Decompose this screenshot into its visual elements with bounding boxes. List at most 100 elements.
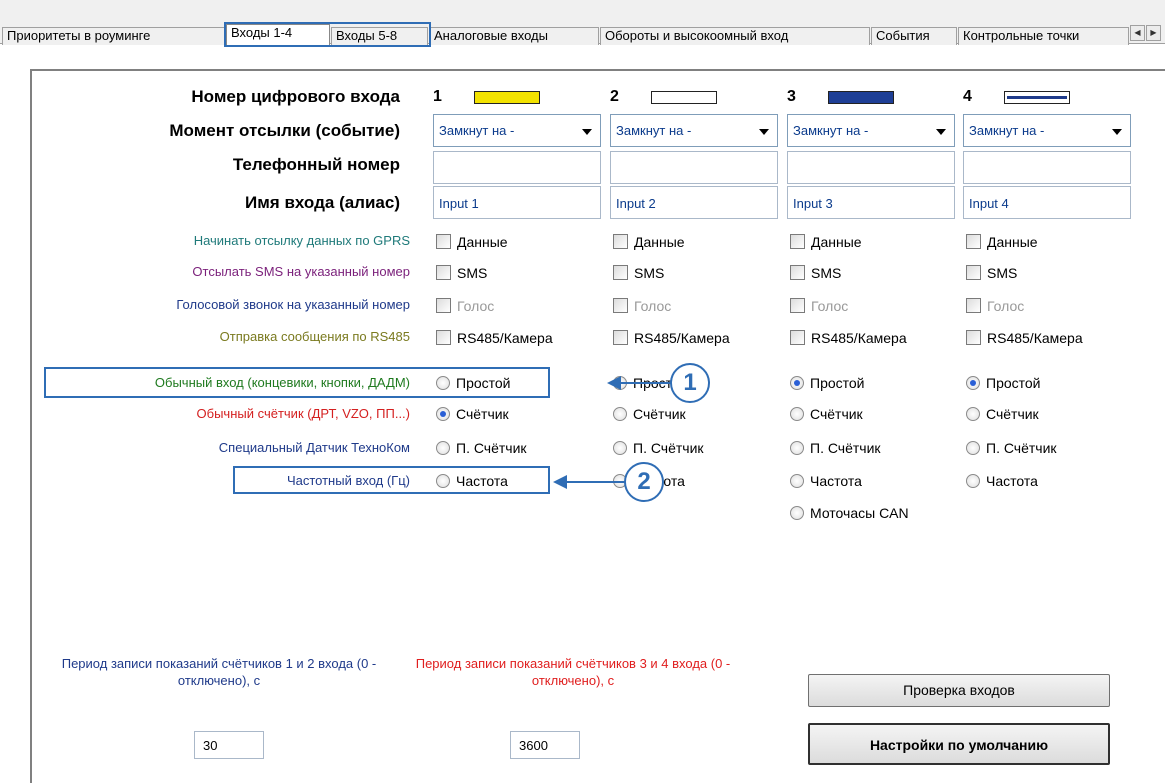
phone-field-4[interactable] <box>963 151 1131 184</box>
radio-icon[interactable] <box>790 506 804 520</box>
callout-badge-1: 1 <box>670 363 710 403</box>
radio-label: П. Счётчик <box>986 440 1057 456</box>
checkbox-icon[interactable] <box>966 298 981 313</box>
tab-events[interactable]: События <box>871 27 957 45</box>
checkbox-label: RS485/Камера <box>987 330 1083 346</box>
checkbox-icon[interactable] <box>613 298 628 313</box>
checkbox-icon[interactable] <box>613 234 628 249</box>
radio-icon[interactable] <box>790 376 804 390</box>
radio-label: П. Счётчик <box>810 440 881 456</box>
checkbox-icon[interactable] <box>790 298 805 313</box>
chevron-down-icon <box>759 129 769 135</box>
checkbox-label: Голос <box>811 298 849 314</box>
period-12-label: Период записи показаний счётчиков 1 и 2 … <box>61 656 377 688</box>
checkbox-label: Голос <box>634 298 672 314</box>
checkbox-icon[interactable] <box>966 265 981 280</box>
input-color-swatch-4 <box>1004 91 1070 104</box>
tab-bar: Приоритеты в роуминге Входы 1-4 Входы 5-… <box>0 0 1165 45</box>
radio-icon[interactable] <box>790 407 804 421</box>
tabs-highlight-box <box>224 22 431 47</box>
radio-label: Простой <box>986 375 1041 391</box>
event-select-value: Замкнут на - <box>616 123 692 138</box>
radio-icon[interactable] <box>966 376 980 390</box>
tab-analog-inputs[interactable]: Аналоговые входы <box>429 27 599 45</box>
radio-icon[interactable] <box>436 376 450 390</box>
chevron-down-icon <box>582 129 592 135</box>
radio-icon[interactable] <box>790 441 804 455</box>
input-color-swatch-2 <box>651 91 717 104</box>
event-select-2[interactable]: Замкнут на - <box>610 114 778 147</box>
checkbox-icon[interactable] <box>436 265 451 280</box>
radio-icon[interactable] <box>436 407 450 421</box>
checkbox-label: RS485/Камера <box>457 330 553 346</box>
checkbox-label: Данные <box>634 234 685 250</box>
phone-field-3[interactable] <box>787 151 955 184</box>
checkbox-icon[interactable] <box>790 265 805 280</box>
checkbox-label: SMS <box>987 265 1018 281</box>
period-34-label: Период записи показаний счётчиков 3 и 4 … <box>415 656 731 688</box>
event-select-3[interactable]: Замкнут на - <box>787 114 955 147</box>
checkbox-icon[interactable] <box>436 298 451 313</box>
callout-1-arrow-line <box>620 382 672 384</box>
label-input-number: Номер цифрового входа <box>191 87 400 106</box>
event-select-value: Замкнут на - <box>969 123 1045 138</box>
radio-label: Счётчик <box>633 406 686 422</box>
tab-roaming-priorities[interactable]: Приоритеты в роуминге <box>2 27 225 45</box>
checkbox-label: SMS <box>457 265 488 281</box>
alias-field-3[interactable]: Input 3 <box>787 186 955 219</box>
alias-field-4[interactable]: Input 4 <box>963 186 1131 219</box>
radio-icon[interactable] <box>436 474 450 488</box>
alias-field-2[interactable]: Input 2 <box>610 186 778 219</box>
label-send-moment: Момент отсылки (событие) <box>169 121 400 140</box>
radio-label: Частота <box>986 473 1038 489</box>
input-number-4: 4 <box>963 88 972 105</box>
radio-icon[interactable] <box>436 441 450 455</box>
label-gprs: Начинать отсылку данных по GPRS <box>193 233 410 248</box>
radio-icon[interactable] <box>613 441 627 455</box>
checkbox-icon[interactable] <box>966 234 981 249</box>
checkbox-label: Данные <box>987 234 1038 250</box>
tab-scroll-left-icon[interactable]: ◀ <box>1130 25 1145 41</box>
period-34-field[interactable]: 3600 <box>510 731 580 759</box>
chevron-down-icon <box>1112 129 1122 135</box>
tab-rpm-highohm[interactable]: Обороты и высокоомный вход <box>600 27 870 45</box>
alias-field-1[interactable]: Input 1 <box>433 186 601 219</box>
check-inputs-button[interactable]: Проверка входов <box>808 674 1110 707</box>
radio-icon[interactable] <box>966 474 980 488</box>
checkbox-icon[interactable] <box>790 330 805 345</box>
checkbox-label: Данные <box>457 234 508 250</box>
swatch-fill <box>475 92 539 103</box>
event-select-value: Замкнут на - <box>793 123 869 138</box>
radio-icon[interactable] <box>613 407 627 421</box>
checkbox-icon[interactable] <box>613 330 628 345</box>
checkbox-icon[interactable] <box>790 234 805 249</box>
label-special-sensor: Специальный Датчик ТехноКом <box>218 440 410 455</box>
input-number-1: 1 <box>433 88 442 105</box>
phone-field-1[interactable] <box>433 151 601 184</box>
checkbox-label: RS485/Камера <box>634 330 730 346</box>
checkbox-icon[interactable] <box>436 234 451 249</box>
chevron-down-icon <box>936 129 946 135</box>
radio-label: Простой <box>456 375 511 391</box>
input-color-swatch-1 <box>474 91 540 104</box>
label-voice: Голосовой звонок на указанный номер <box>176 297 410 312</box>
period-12-field[interactable]: 30 <box>194 731 264 759</box>
checkbox-label: Голос <box>457 298 495 314</box>
tab-scroll-right-icon[interactable]: ▶ <box>1146 25 1161 41</box>
radio-icon[interactable] <box>790 474 804 488</box>
checkbox-icon[interactable] <box>613 265 628 280</box>
event-select-4[interactable]: Замкнут на - <box>963 114 1131 147</box>
checkbox-label: RS485/Камера <box>811 330 907 346</box>
event-select-1[interactable]: Замкнут на - <box>433 114 601 147</box>
checkbox-icon[interactable] <box>966 330 981 345</box>
label-sms: Отсылать SMS на указанный номер <box>192 264 410 279</box>
checkbox-label: Данные <box>811 234 862 250</box>
phone-field-2[interactable] <box>610 151 778 184</box>
radio-icon[interactable] <box>966 407 980 421</box>
tab-checkpoints[interactable]: Контрольные точки <box>958 27 1129 45</box>
checkbox-label: SMS <box>634 265 665 281</box>
radio-icon[interactable] <box>966 441 980 455</box>
arrow-left-icon <box>553 475 567 489</box>
checkbox-icon[interactable] <box>436 330 451 345</box>
reset-defaults-button[interactable]: Настройки по умолчанию <box>808 723 1110 765</box>
